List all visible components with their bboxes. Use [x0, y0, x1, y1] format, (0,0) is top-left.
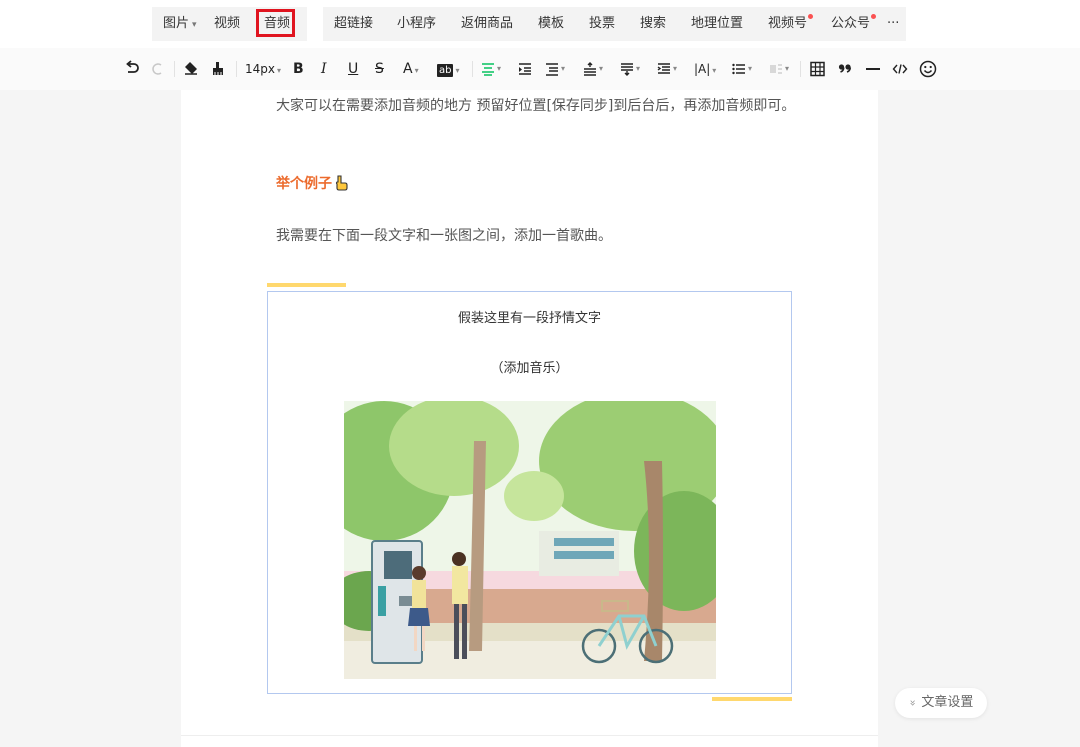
accent-bar-top	[267, 283, 346, 287]
insert-search-button[interactable]: 搜索	[640, 7, 666, 41]
spacing-after-button[interactable]: ▾	[620, 59, 640, 79]
strikethrough-button[interactable]: S	[375, 59, 384, 79]
caret-down-icon: ▾	[636, 64, 641, 73]
insert-group-more: 超链接 小程序 返佣商品 模板 投票 搜索 地理位置 视频号 公众号 ···	[323, 7, 906, 41]
card-add-music-text[interactable]: （添加音乐）	[268, 357, 791, 376]
insert-video-button[interactable]: 视频	[214, 7, 240, 41]
line-height-icon	[657, 63, 670, 74]
letter-spacing-button[interactable]: |A| ▾	[694, 59, 716, 79]
font-color-button[interactable]: A ▾	[403, 59, 419, 79]
align-center-icon	[482, 63, 494, 76]
caret-down-icon: ▾	[748, 64, 753, 73]
caret-down-icon: ▾	[785, 64, 790, 73]
audio-highlight-box	[256, 9, 295, 37]
float-image-icon	[770, 64, 782, 74]
separator	[800, 61, 801, 77]
pointing-hand-emoji-icon	[335, 175, 348, 191]
quote-icon	[838, 64, 852, 73]
new-dot-indicator	[808, 14, 814, 19]
article-settings-button[interactable]: » 文章设置	[895, 688, 987, 718]
caret-down-icon: ▾	[192, 20, 197, 30]
caret-down-icon: ▾	[277, 66, 282, 75]
insert-commission-goods-button[interactable]: 返佣商品	[461, 7, 513, 41]
code-icon	[892, 64, 908, 74]
accent-bar-bottom	[712, 697, 792, 701]
indent-icon	[519, 63, 531, 75]
table-button[interactable]	[810, 59, 825, 79]
background-color-button[interactable]: ab ▾	[437, 59, 460, 79]
insert-channels-button[interactable]: 视频号	[768, 7, 814, 41]
new-dot-indicator	[871, 14, 877, 19]
insert-location-button[interactable]: 地理位置	[691, 7, 743, 41]
caret-down-icon: ▾	[599, 64, 604, 73]
spacing-before-button[interactable]: ▾	[583, 59, 603, 79]
more-insert-button[interactable]: ···	[887, 7, 899, 41]
bold-button[interactable]: B	[293, 59, 304, 79]
align-center-button[interactable]: ▾	[481, 59, 501, 79]
insert-vote-button[interactable]: 投票	[589, 7, 615, 41]
insert-image-button[interactable]: 图片 ▾	[163, 7, 197, 41]
code-button[interactable]	[892, 59, 908, 79]
indent-button[interactable]	[518, 59, 532, 79]
float-image-button[interactable]: ▾	[769, 59, 789, 79]
caret-down-icon: ▾	[561, 64, 566, 73]
emoji-icon	[919, 60, 937, 78]
insert-template-button[interactable]: 模板	[538, 7, 564, 41]
italic-button[interactable]: I	[321, 59, 327, 79]
list-button[interactable]: ▾	[732, 59, 752, 79]
undo-icon[interactable]	[124, 59, 140, 79]
caret-down-icon: ▾	[673, 64, 678, 73]
paragraph-spacing-button[interactable]: ▾	[545, 59, 565, 79]
sentence-paragraph[interactable]: 我需要在下面一段文字和一张图之间，添加一首歌曲。	[276, 223, 796, 249]
separator	[472, 61, 473, 77]
separator	[236, 61, 237, 77]
font-size-select[interactable]: 14px ▾	[245, 59, 281, 79]
illustration-image[interactable]	[344, 401, 716, 679]
separator	[174, 61, 175, 77]
eraser-icon[interactable]	[182, 59, 200, 79]
caret-down-icon: ▾	[497, 64, 502, 73]
insert-link-button[interactable]: 超链接	[334, 7, 373, 41]
underline-button[interactable]: U	[348, 59, 358, 79]
double-chevron-down-icon: »	[905, 699, 919, 707]
page-bottom-divider	[181, 735, 878, 736]
example-heading[interactable]: 举个例子	[276, 173, 348, 195]
intro-paragraph[interactable]: 大家可以在需要添加音频的地方 预留好位置[保存同步]到后台后，再添加音频即可。	[276, 93, 796, 119]
content-card[interactable]: 假装这里有一段抒情文字 （添加音乐）	[267, 291, 792, 694]
emoji-button[interactable]	[919, 59, 937, 79]
caret-down-icon: ▾	[455, 66, 460, 75]
paragraph-spacing-icon	[546, 63, 558, 76]
redo-icon[interactable]	[150, 59, 164, 79]
card-lyric-text[interactable]: 假装这里有一段抒情文字	[268, 307, 791, 326]
table-icon	[810, 61, 825, 77]
caret-down-icon: ▾	[712, 66, 717, 75]
spacing-before-icon	[584, 62, 596, 76]
format-painter-icon[interactable]	[211, 59, 225, 79]
insert-official-account-button[interactable]: 公众号	[831, 7, 877, 41]
editor-page[interactable]: 大家可以在需要添加音频的地方 预留好位置[保存同步]到后台后，再添加音频即可。 …	[181, 90, 878, 747]
line-height-button[interactable]: ▾	[657, 59, 677, 79]
horizontal-line-icon	[866, 68, 880, 70]
spacing-after-icon	[621, 63, 633, 76]
quote-button[interactable]	[838, 59, 852, 79]
divider-button[interactable]	[865, 59, 881, 79]
format-toolbar: 14px ▾ B I U S A ▾ ab ▾ ▾ ▾ ▾ ▾ ▾ |A| ▾ ▾ ▾	[0, 48, 1080, 90]
insert-toolbar: 图片 ▾ 视频 音频 超链接 小程序 返佣商品 模板 投票 搜索 地理位置 视频号…	[0, 0, 1080, 48]
caret-down-icon: ▾	[414, 66, 419, 75]
list-icon	[732, 63, 745, 75]
insert-miniprogram-button[interactable]: 小程序	[397, 7, 436, 41]
